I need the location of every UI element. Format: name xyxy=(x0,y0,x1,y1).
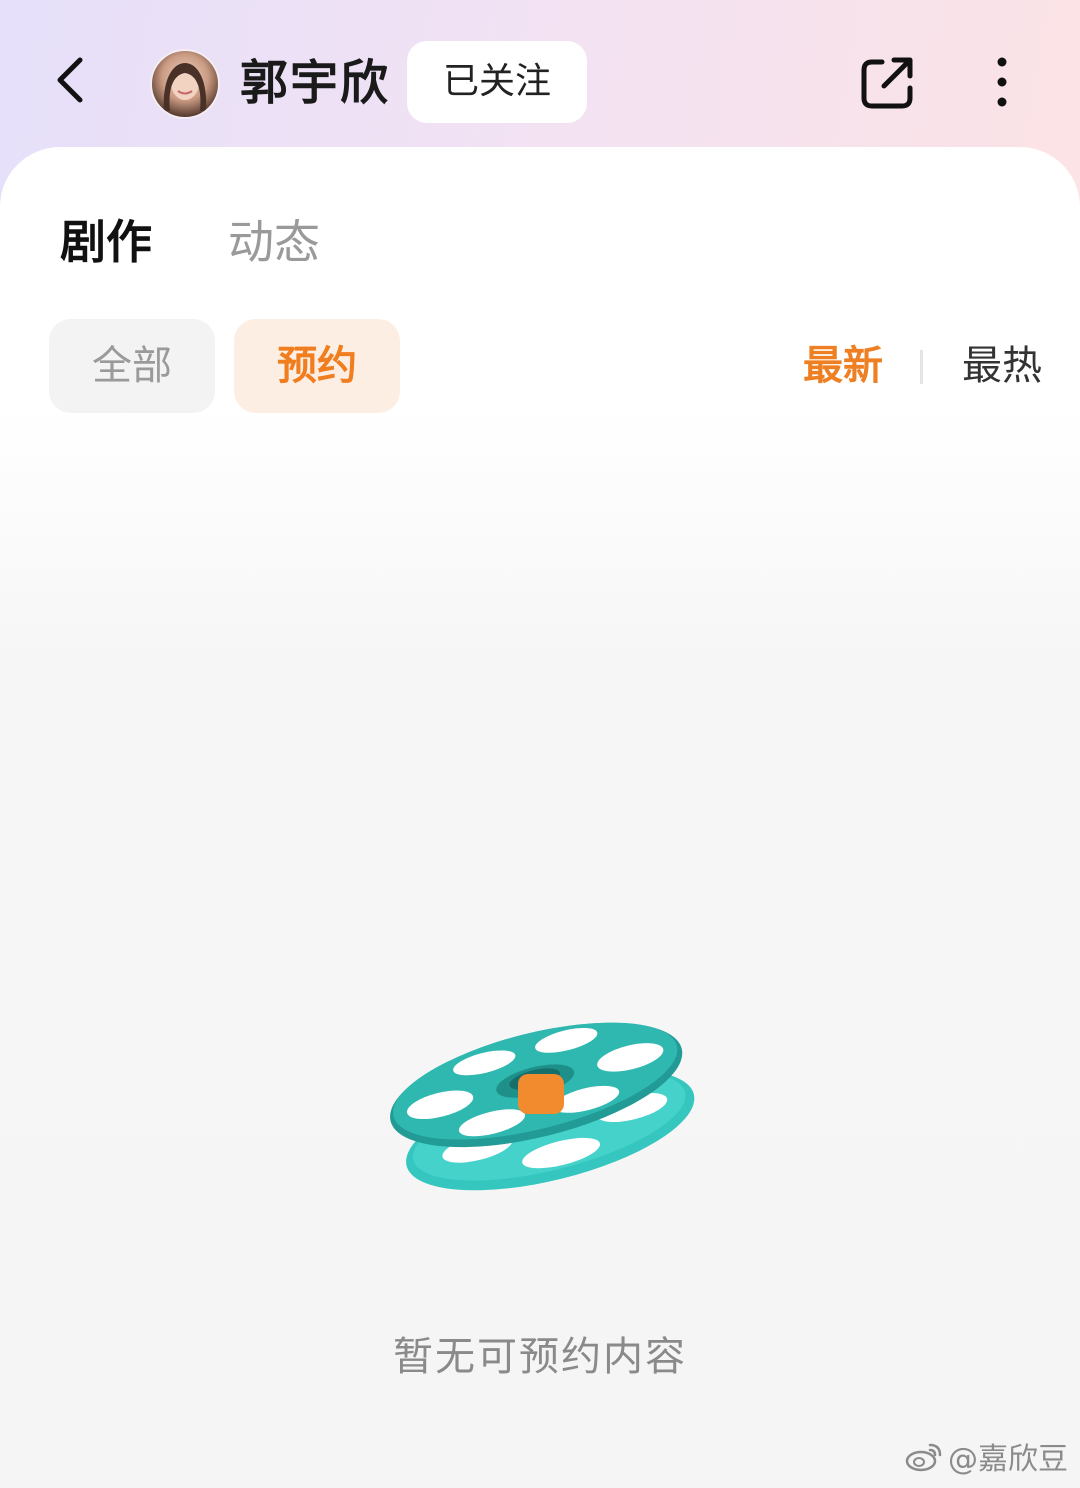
share-icon[interactable] xyxy=(858,54,918,112)
sort-hottest[interactable]: 最热 xyxy=(962,341,1042,391)
watermark-text: @嘉欣豆 xyxy=(948,1442,1068,1477)
filter-reserve-chip[interactable]: 预约 xyxy=(234,319,400,413)
sort-divider xyxy=(920,350,923,384)
back-icon[interactable] xyxy=(44,50,104,110)
watermark: @嘉欣豆 xyxy=(904,1436,1068,1477)
top-bar: 郭宇欣 已关注 xyxy=(0,0,1080,160)
tab-works[interactable]: 剧作 xyxy=(60,215,152,269)
avatar[interactable] xyxy=(150,49,220,119)
weibo-logo-icon xyxy=(905,1443,942,1472)
filter-all-chip[interactable]: 全部 xyxy=(49,319,215,413)
user-name: 郭宇欣 xyxy=(240,55,391,111)
tab-feed[interactable]: 动态 xyxy=(228,215,320,269)
film-reel-icon xyxy=(390,1022,695,1191)
sort-latest[interactable]: 最新 xyxy=(803,341,883,391)
follow-button[interactable]: 已关注 xyxy=(407,41,587,123)
content-panel: 剧作 动态 全部 预约 最新 最热 暂无可预约内容 xyxy=(0,147,1080,1488)
empty-state-message: 暂无可预约内容 xyxy=(393,1334,687,1380)
more-icon[interactable] xyxy=(982,56,1022,108)
